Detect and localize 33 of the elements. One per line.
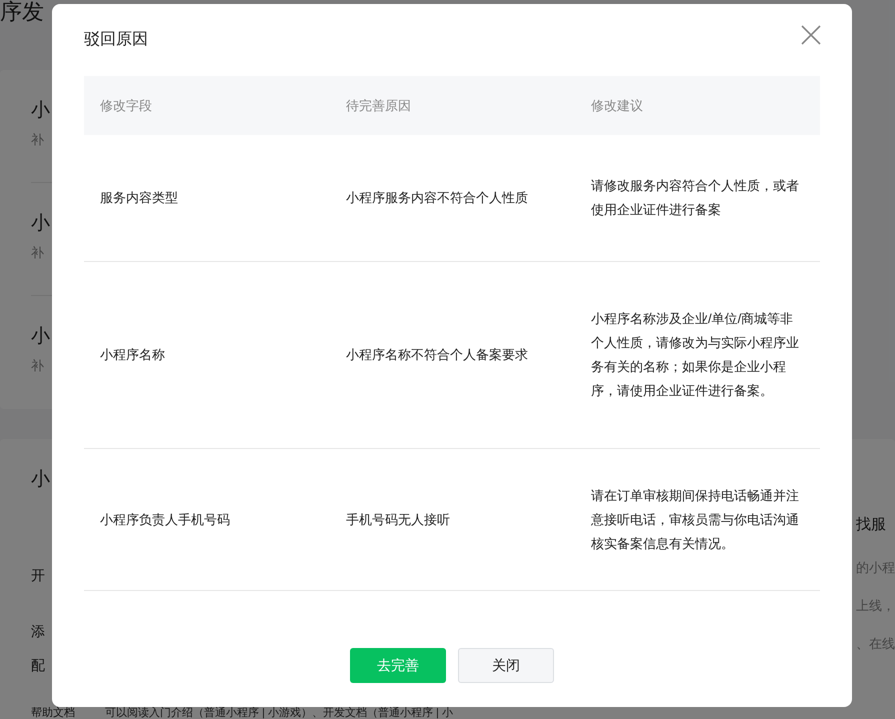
column-header: 待完善原因 (345, 96, 412, 115)
table-cell-text: 请在订单审核期间保持电话畅通并注意接听电话，审核员需与你电话沟通核实备案信息有关情况。 (590, 486, 800, 552)
side-text: 、在线 (856, 635, 895, 653)
field-label: 开 (31, 566, 45, 584)
field-label: 配 (31, 656, 45, 674)
column-header: 修改字段 (99, 96, 153, 115)
close-icon (801, 25, 821, 45)
table-cell-text: 小程序名称涉及企业/单位/商城等非个人性质，请修改为与实际小程序业务有关的名称；如果你是企业小程序，请使用企业证件进行备案。 (590, 310, 800, 400)
section-heading: 小 (31, 326, 50, 348)
table-cell-text: 请修改服务内容符合个人性质，或者使用企业证件进行备案 (590, 177, 800, 219)
table-cell-text: 小程序服务内容不符合个人性质 (345, 189, 529, 207)
section-heading: 找服 (856, 516, 886, 534)
section-note: 补 (31, 358, 44, 374)
section-heading: 小 (31, 213, 50, 235)
section-note: 补 (31, 245, 44, 261)
table-cell-text: 手机号码无人接听 (345, 510, 451, 528)
column-header: 修改建议 (590, 96, 644, 115)
table-cell-text: 服务内容类型 (99, 189, 179, 207)
field-label: 添 (31, 622, 45, 640)
table-cell-text: 小程序名称 (99, 346, 166, 364)
table-cell-text: 小程序名称不符合个人备案要求 (345, 346, 529, 364)
side-text: 的小程 (856, 559, 895, 577)
table-cell-text: 小程序负责人手机号码 (99, 510, 231, 528)
section-heading: 小 (31, 100, 50, 122)
field-label: 帮助文档 (31, 708, 75, 719)
section-heading: 小 (31, 469, 50, 491)
close-dialog-button[interactable]: 关闭 (458, 648, 554, 683)
page-title: 序发 (0, 0, 44, 24)
help-text: 可以阅读入门介绍（普通小程序 | 小游戏）、开发文档（普通小程序 | 小 (105, 708, 453, 719)
section-note: 补 (31, 132, 44, 148)
close-button[interactable] (800, 24, 822, 46)
side-text: 上线， (856, 597, 895, 615)
dialog-title: 驳回原因 (84, 30, 148, 50)
